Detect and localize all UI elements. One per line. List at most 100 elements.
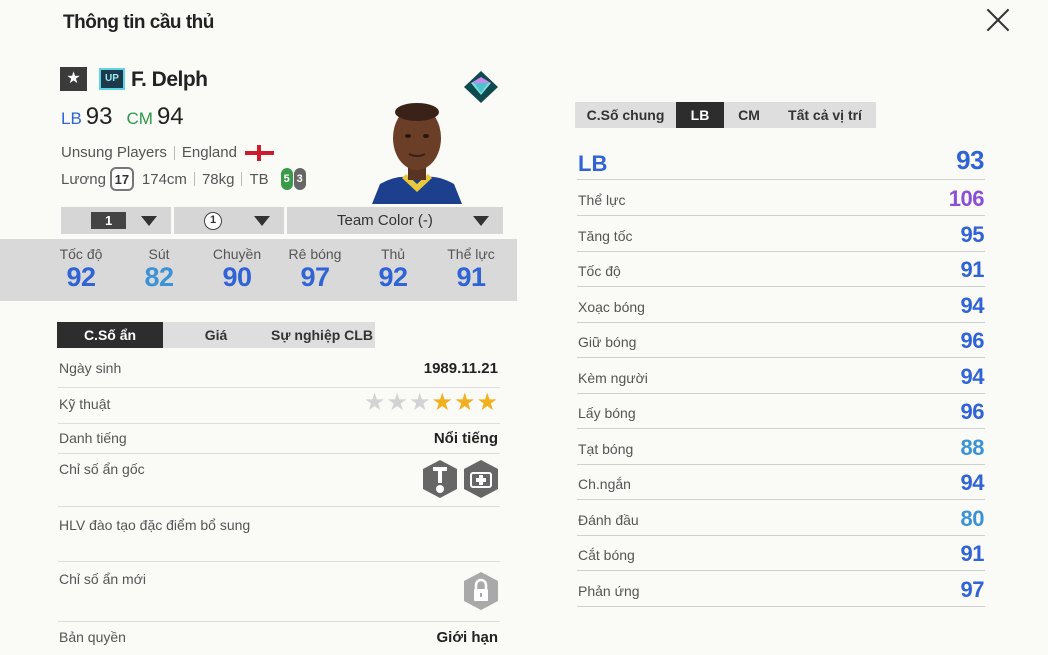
attribute-label: Kèm người <box>578 369 648 386</box>
position-primary-ovr: 93 <box>85 103 113 130</box>
england-flag-icon <box>244 144 274 161</box>
star-icon: ★ <box>431 389 453 416</box>
attribute-label: Giữ bóng <box>578 334 637 350</box>
lock-icon[interactable] <box>463 571 499 611</box>
position-overall-value: 93 <box>956 145 984 175</box>
coach-traits-row: HLV đào tạo đặc điểm bổ sung <box>58 507 500 562</box>
star-icon: ★ <box>386 389 408 416</box>
attribute-row: Cắt bóng 91 <box>577 535 985 571</box>
upgrade-level-value: 1 <box>91 212 127 229</box>
attribute-value: 96 <box>960 328 985 353</box>
stat-value: 92 <box>66 262 96 292</box>
tab-all-positions[interactable]: Tất cả vị trí <box>774 102 876 128</box>
attribute-value: 91 <box>960 541 985 566</box>
chevron-down-icon <box>141 215 157 226</box>
position-primary: LB <box>61 109 82 128</box>
attribute-value: 88 <box>960 434 985 460</box>
tab-general-stats[interactable]: C.Số chung <box>575 102 676 128</box>
attribute-row: Phản ứng 97 <box>577 571 985 607</box>
team-color-value: Team Color (-) <box>337 212 433 229</box>
team-color-level-select[interactable]: 1 <box>174 207 284 234</box>
divider <box>193 172 195 186</box>
salary-value: 17 <box>109 167 134 191</box>
long-throw-icon[interactable] <box>422 459 458 499</box>
attribute-value: 106 <box>948 186 985 211</box>
tab-price[interactable]: Giá <box>163 322 269 348</box>
license-row: Bản quyền Giới hạn <box>58 622 500 655</box>
salary-label: Lương <box>61 170 106 188</box>
attribute-row: Kèm người 94 <box>577 358 985 394</box>
attribute-label: Tạt bóng <box>578 440 634 457</box>
close-icon[interactable] <box>984 5 1012 33</box>
attribute-value: 94 <box>960 363 985 389</box>
attribute-row: Tốc độ 91 <box>577 251 985 287</box>
attribute-label: Xoạc bóng <box>578 298 645 315</box>
tab-cm[interactable]: CM <box>724 102 774 128</box>
attribute-row: Lấy bóng 96 <box>577 393 985 429</box>
coach-traits-label: HLV đào tạo đặc điểm bổ sung <box>59 517 251 533</box>
skill-stars: ★ ★ ★ ★ ★ ★ <box>363 390 498 416</box>
right-foot-value: 3 <box>293 168 306 190</box>
attribute-value: 91 <box>960 257 985 282</box>
attribute-value: 96 <box>960 399 985 424</box>
reputation-row: Danh tiếng Nổi tiếng <box>58 424 500 454</box>
attribute-label: Thể lực <box>578 192 626 208</box>
stat-value: 90 <box>222 262 252 292</box>
tab-club-career[interactable]: Sự nghiệp CLB <box>269 322 375 348</box>
attribute-row: Ch.ngắn 94 <box>577 464 985 500</box>
star-icon: ★ <box>453 389 476 416</box>
skill-label: Kỹ thuật <box>59 396 111 412</box>
star-icon: ★ <box>476 389 498 416</box>
attribute-label: Tốc độ <box>578 263 621 279</box>
attribute-value: 94 <box>960 292 985 318</box>
traits-label: Chỉ số ẩn gốc <box>59 461 145 477</box>
divider <box>241 172 243 186</box>
position-ratings: LB 93 CM 94 <box>61 103 184 133</box>
stat-label: Sút <box>148 246 170 262</box>
attribute-row: Tạt bóng 88 <box>577 429 985 465</box>
foot-rating: 5 3 <box>280 168 307 190</box>
attribute-label: Cắt bóng <box>578 547 635 563</box>
new-traits-row: Chỉ số ẩn mới <box>58 562 500 622</box>
player-name: F. Delph <box>131 68 208 91</box>
player-info-row: Lương 17 174cm 78kg TB 5 3 <box>61 167 307 191</box>
stat-value: 82 <box>144 262 174 292</box>
player-photo <box>372 103 462 204</box>
skill-row: Kỹ thuật ★ ★ ★ ★ ★ ★ <box>58 388 500 424</box>
weight-value: 78kg <box>201 170 235 188</box>
attribute-row: Tăng tốc 95 <box>577 216 985 252</box>
position-secondary-ovr: 94 <box>156 103 184 130</box>
stat-value: 92 <box>378 262 408 292</box>
position-secondary: CM <box>126 109 153 128</box>
license-value: Giới hạn <box>436 629 498 646</box>
main-stats-bar: Tốc độ 92 Sút 82 Chuyền 90 Rê bóng 97 Th… <box>0 239 517 301</box>
tab-hidden-stats[interactable]: C.Số ẩn <box>57 322 163 348</box>
attribute-label: Tăng tốc <box>578 227 633 244</box>
favorite-star-icon[interactable]: ★ <box>60 67 87 91</box>
injury-prone-icon[interactable] <box>463 459 499 499</box>
tab-lb[interactable]: LB <box>676 102 724 128</box>
stat-label: Thể lực <box>447 246 495 262</box>
right-tabs: C.Số chung LB CM Tất cả vị trí <box>575 102 876 128</box>
original-traits-row: Chỉ số ẩn gốc <box>58 454 500 507</box>
attribute-label: Ch.ngắn <box>578 476 631 492</box>
page-title: Thông tin cầu thủ <box>63 12 214 33</box>
team-nation-row: Unsung Players England <box>61 144 274 161</box>
season-badge: UP <box>99 68 125 90</box>
reputation-value: Nổi tiếng <box>433 430 498 447</box>
build-value: TB <box>249 170 269 188</box>
attribute-value: 94 <box>960 470 985 495</box>
left-tabs: C.Số ẩn Giá Sự nghiệp CLB <box>57 322 375 348</box>
stat-value: 97 <box>300 262 330 292</box>
attribute-row: Xoạc bóng 94 <box>577 287 985 323</box>
stat-label: Thủ <box>380 246 406 262</box>
birth-value: 1989.11.21 <box>423 360 498 377</box>
stat-dribbling: Rê bóng 97 <box>280 246 350 292</box>
team-color-select[interactable]: Team Color (-) <box>287 207 503 234</box>
star-icon: ★ <box>408 389 431 416</box>
license-label: Bản quyền <box>59 629 126 645</box>
diamond-grade-icon <box>464 71 498 103</box>
attribute-row: Giữ bóng 96 <box>577 322 985 358</box>
new-traits-label: Chỉ số ẩn mới <box>59 571 146 587</box>
upgrade-level-select[interactable]: 1 <box>61 207 171 234</box>
